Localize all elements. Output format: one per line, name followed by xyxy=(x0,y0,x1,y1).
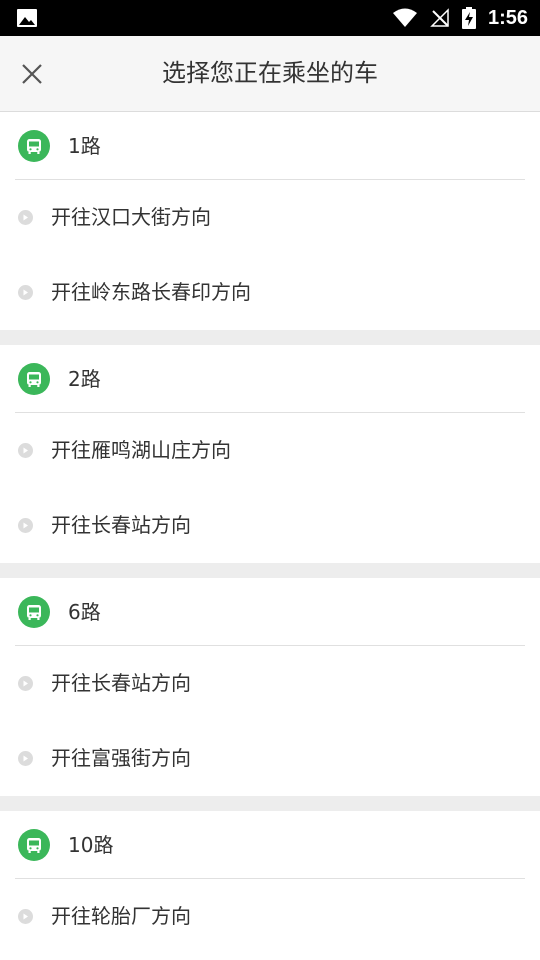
section-divider xyxy=(0,563,540,578)
bus-icon xyxy=(18,363,50,395)
status-bar: 1:56 xyxy=(0,0,540,36)
route-header: 2路 xyxy=(0,345,540,413)
close-button[interactable] xyxy=(12,54,52,94)
direction-label: 开往轮胎厂方向 xyxy=(51,904,191,928)
route-section: 10路 开往轮胎厂方向 xyxy=(0,811,540,954)
route-header: 1路 xyxy=(0,112,540,180)
direction-item[interactable]: 开往汉口大街方向 xyxy=(0,180,540,255)
image-icon xyxy=(17,9,37,27)
play-arrow-icon xyxy=(18,210,33,225)
direction-label: 开往雁鸣湖山庄方向 xyxy=(51,438,231,462)
route-name: 1路 xyxy=(68,134,101,158)
section-divider xyxy=(0,330,540,345)
direction-label: 开往长春站方向 xyxy=(51,513,191,537)
page-title: 选择您正在乘坐的车 xyxy=(162,59,378,87)
direction-item[interactable]: 开往长春站方向 xyxy=(0,488,540,563)
bus-icon xyxy=(18,829,50,861)
route-header: 6路 xyxy=(0,578,540,646)
route-header: 10路 xyxy=(0,811,540,879)
direction-label: 开往岭东路长春印方向 xyxy=(51,280,251,304)
play-arrow-icon xyxy=(18,909,33,924)
play-arrow-icon xyxy=(18,676,33,691)
route-list: 1路 开往汉口大街方向 开往岭东路长春印方向 2路 开往雁鸣湖山庄方向 开往长春… xyxy=(0,112,540,954)
direction-item[interactable]: 开往岭东路长春印方向 xyxy=(0,255,540,330)
battery-charging-icon xyxy=(461,7,476,29)
play-arrow-icon xyxy=(18,518,33,533)
route-section: 2路 开往雁鸣湖山庄方向 开往长春站方向 xyxy=(0,345,540,563)
direction-item[interactable]: 开往长春站方向 xyxy=(0,646,540,721)
route-name: 10路 xyxy=(68,833,114,857)
header-bar: 选择您正在乘坐的车 xyxy=(0,36,540,112)
direction-item[interactable]: 开往轮胎厂方向 xyxy=(0,879,540,954)
route-section: 1路 开往汉口大街方向 开往岭东路长春印方向 xyxy=(0,112,540,330)
close-icon xyxy=(22,64,42,84)
play-arrow-icon xyxy=(18,443,33,458)
status-time: 1:56 xyxy=(487,6,528,29)
play-arrow-icon xyxy=(18,285,33,300)
no-signal-icon xyxy=(430,8,449,27)
section-divider xyxy=(0,796,540,811)
bus-icon xyxy=(18,596,50,628)
route-section: 6路 开往长春站方向 开往富强街方向 xyxy=(0,578,540,796)
route-name: 6路 xyxy=(68,600,101,624)
direction-label: 开往长春站方向 xyxy=(51,671,191,695)
direction-item[interactable]: 开往富强街方向 xyxy=(0,721,540,796)
play-arrow-icon xyxy=(18,751,33,766)
status-icons: 1:56 xyxy=(392,0,528,36)
direction-label: 开往富强街方向 xyxy=(51,746,191,770)
bus-icon xyxy=(18,130,50,162)
wifi-icon xyxy=(392,8,417,27)
direction-item[interactable]: 开往雁鸣湖山庄方向 xyxy=(0,413,540,488)
route-name: 2路 xyxy=(68,367,101,391)
direction-label: 开往汉口大街方向 xyxy=(51,205,211,229)
